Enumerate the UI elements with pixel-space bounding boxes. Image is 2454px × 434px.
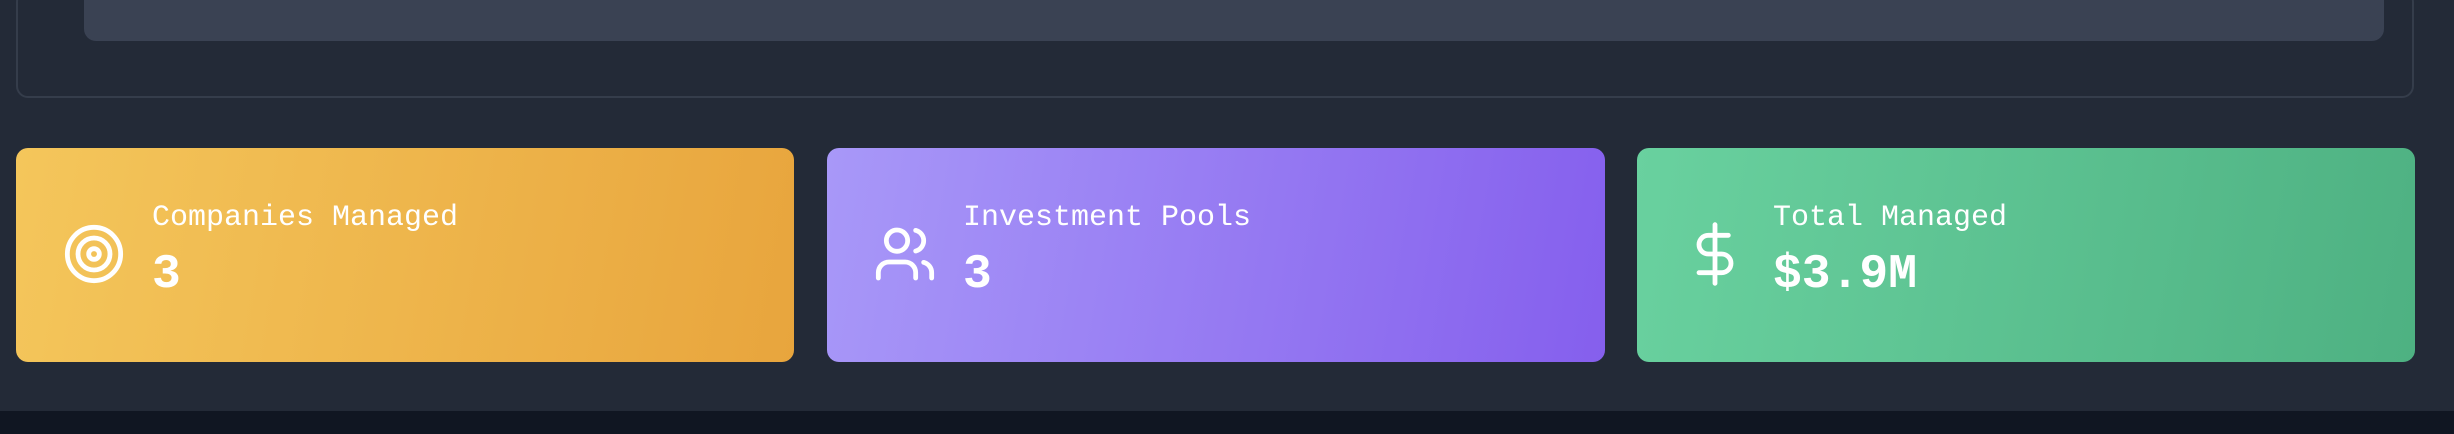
stat-label: Companies Managed: [152, 201, 459, 235]
stat-text: Total Managed $3.9M: [1773, 201, 2007, 301]
companies-managed-card: Companies Managed 3: [16, 148, 794, 362]
page: Companies Managed 3 Investment Pools 3 T…: [0, 0, 2454, 434]
top-panel: [16, 0, 2414, 98]
target-icon: [62, 222, 126, 286]
users-icon: [873, 222, 937, 286]
total-managed-card: Total Managed $3.9M: [1637, 148, 2415, 362]
stat-value: 3: [963, 248, 992, 302]
stats-cards: Companies Managed 3 Investment Pools 3 T…: [16, 148, 2416, 362]
investment-pools-card: Investment Pools 3: [827, 148, 1605, 362]
footer-strip: [0, 411, 2454, 434]
stat-value: $3.9M: [1773, 248, 1918, 302]
stat-label: Investment Pools: [963, 201, 1252, 235]
stat-label: Total Managed: [1773, 201, 2008, 235]
stat-text: Investment Pools 3: [963, 201, 1251, 301]
stat-text: Companies Managed 3: [152, 201, 458, 301]
stat-value: 3: [152, 248, 181, 302]
dollar-sign-icon: [1683, 222, 1747, 286]
dashboard-content: Companies Managed 3 Investment Pools 3 T…: [0, 0, 2454, 411]
top-panel-content: [84, 0, 2384, 41]
